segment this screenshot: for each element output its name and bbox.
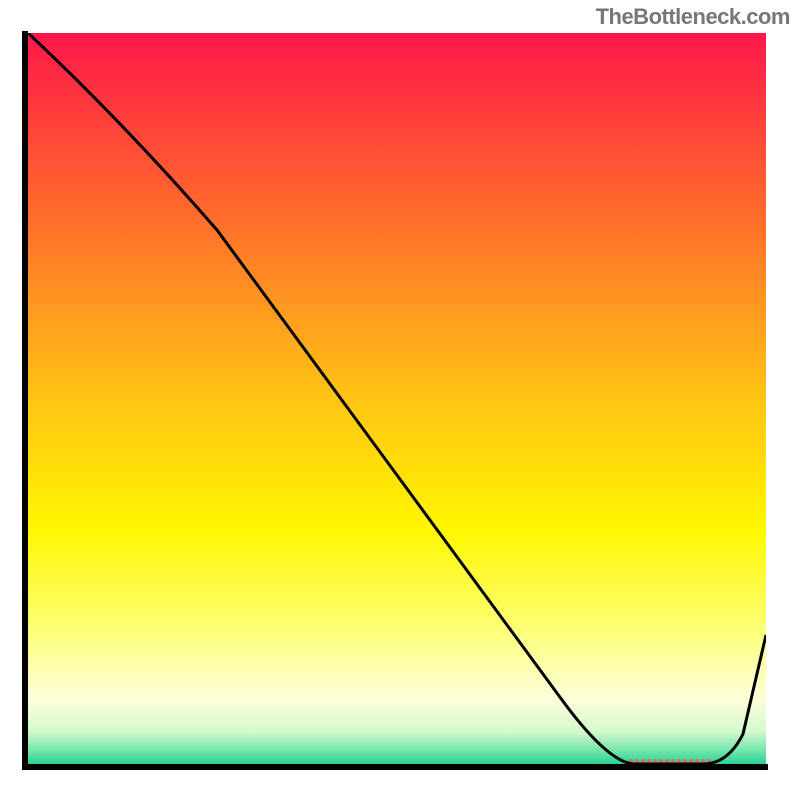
chart-container: TheBottleneck.com: [0, 0, 800, 800]
bottleneck-chart: [0, 0, 800, 800]
watermark-text: TheBottleneck.com: [596, 4, 790, 30]
